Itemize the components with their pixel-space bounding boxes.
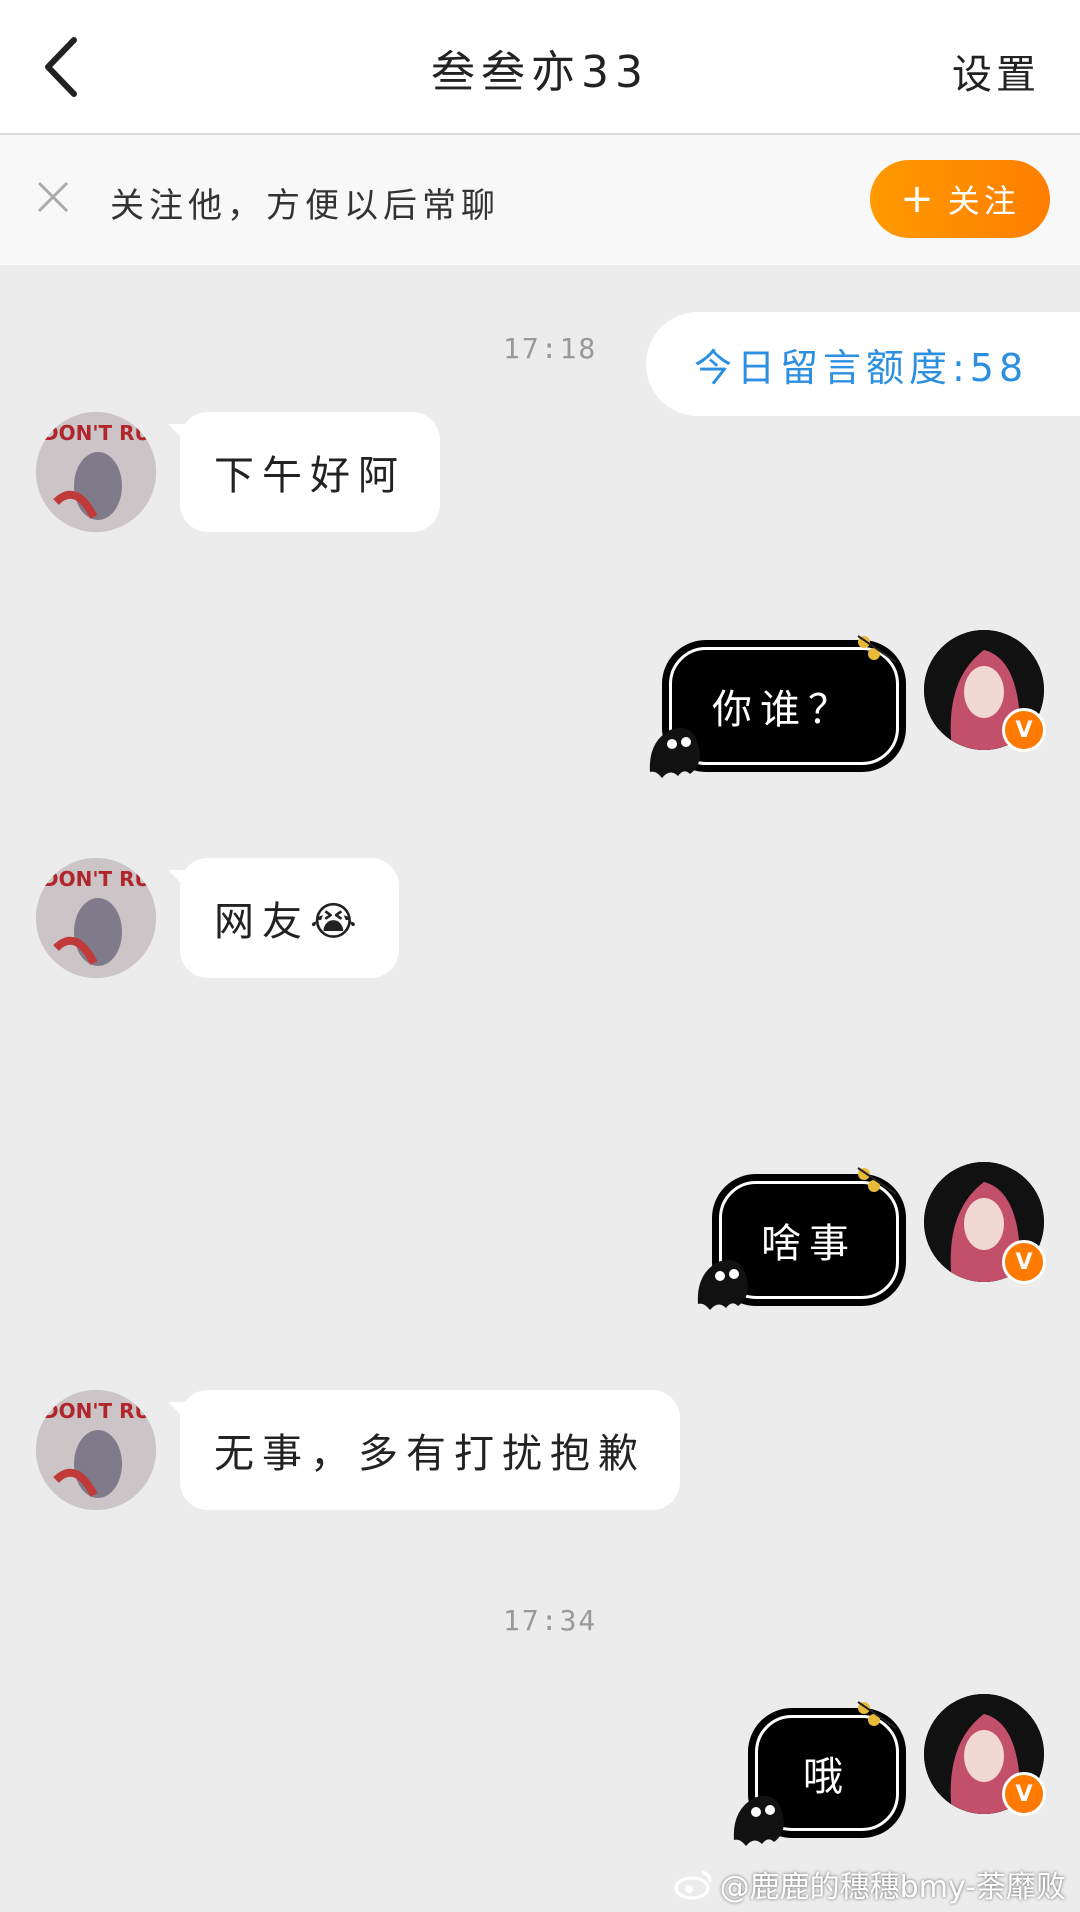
message-text: 你谁？: [712, 687, 856, 733]
message-text: 哦: [803, 1754, 851, 1800]
quota-text: 今日留言额度:58: [694, 345, 1029, 390]
message-text: 网友😭: [214, 899, 365, 945]
plus-icon: +: [900, 176, 938, 222]
close-icon: [37, 181, 69, 213]
close-banner-button[interactable]: [36, 180, 70, 214]
verified-badge: V: [1002, 1772, 1046, 1816]
timestamp: 17:18: [503, 332, 598, 365]
svg-text:DON'T RU: DON'T RU: [42, 1399, 151, 1423]
ghost-sticker-icon: [733, 1795, 784, 1846]
follow-button[interactable]: + 关注: [870, 160, 1050, 238]
timestamp: 17:34: [503, 1604, 598, 1637]
follow-button-label: 关注: [947, 182, 1020, 220]
contact-avatar[interactable]: DON'T RU: [36, 1390, 156, 1510]
watermark-text: @鹿鹿的穗穗bmy-荼靡败: [719, 1870, 1066, 1905]
message-text: 无事，多有打扰抱歉: [214, 1431, 646, 1477]
bow-decoration-icon: [857, 635, 897, 663]
ghost-sticker-icon: [697, 1259, 748, 1310]
bow-decoration-icon: [857, 1701, 897, 1729]
contact-avatar[interactable]: DON'T RU: [36, 412, 156, 532]
message-bubble-incoming[interactable]: 网友😭: [168, 858, 399, 978]
message-bubble-incoming[interactable]: 无事，多有打扰抱歉: [168, 1390, 680, 1510]
bow-decoration-icon: [857, 1167, 897, 1195]
svg-text:DON'T RU: DON'T RU: [42, 867, 151, 891]
avatar-image: DON'T RU: [36, 858, 156, 978]
ghost-sticker-icon: [649, 727, 700, 778]
avatar-image: DON'T RU: [36, 412, 156, 532]
message-text: 下午好阿: [214, 453, 406, 499]
follow-prompt-text: 关注他，方便以后常聊: [110, 186, 500, 226]
chat-title: 叁叁亦33: [431, 47, 649, 98]
contact-avatar[interactable]: DON'T RU: [36, 858, 156, 978]
message-bubble-incoming[interactable]: 下午好阿: [168, 412, 440, 532]
verified-badge: V: [1002, 1240, 1046, 1284]
avatar-image: DON'T RU: [36, 1390, 156, 1510]
watermark: @鹿鹿的穗穗bmy-荼靡败: [674, 1862, 1066, 1906]
verified-badge: V: [1002, 708, 1046, 752]
top-nav-bar: 叁叁亦33 设置: [0, 0, 1080, 135]
weibo-logo-icon: [674, 1870, 712, 1900]
settings-button[interactable]: 设置: [952, 42, 1040, 100]
svg-text:DON'T RU: DON'T RU: [42, 421, 151, 445]
message-quota-notice: 今日留言额度:58: [646, 312, 1080, 416]
message-text: 啥事: [761, 1221, 857, 1267]
